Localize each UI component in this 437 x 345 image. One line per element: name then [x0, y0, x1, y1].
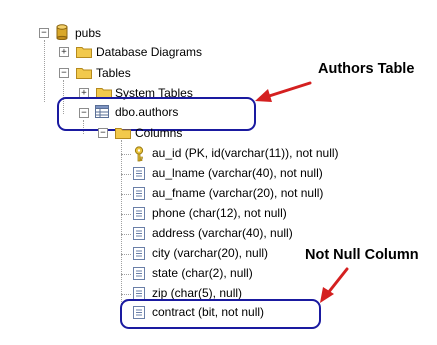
tree-line: [121, 294, 131, 295]
column-icon: [133, 187, 145, 200]
folder-icon: [115, 126, 131, 139]
tree-line: [121, 140, 122, 314]
collapse-toggle[interactable]: −: [79, 108, 89, 118]
folder-icon: [76, 66, 92, 79]
column-icon: [133, 306, 145, 319]
tree-line: [121, 214, 131, 215]
tree-line: [121, 154, 131, 155]
column-icon: [133, 227, 145, 240]
column-label[interactable]: au_fname (varchar(20), not null): [152, 186, 323, 200]
tree-line: [121, 174, 131, 175]
red-arrow-icon: [317, 266, 351, 306]
database-diagrams-label[interactable]: Database Diagrams: [96, 45, 202, 59]
column-icon: [133, 247, 145, 260]
red-arrow-icon: [252, 80, 314, 106]
column-icon: [133, 167, 145, 180]
collapse-toggle[interactable]: −: [98, 128, 108, 138]
columns-folder-label[interactable]: Columns: [135, 126, 182, 140]
tree-line: [121, 194, 131, 195]
column-label[interactable]: city (varchar(20), null): [152, 246, 268, 260]
database-icon: [56, 24, 68, 40]
column-label[interactable]: contract (bit, not null): [152, 305, 264, 319]
column-label[interactable]: zip (char(5), null): [152, 286, 242, 300]
column-label[interactable]: phone (char(12), not null): [152, 206, 287, 220]
tree-line: [121, 234, 131, 235]
expand-toggle[interactable]: +: [59, 47, 69, 57]
column-icon: [133, 207, 145, 220]
column-label[interactable]: au_lname (varchar(40), not null): [152, 166, 323, 180]
column-label[interactable]: address (varchar(40), null): [152, 226, 293, 240]
tree-line: [121, 274, 131, 275]
not-null-column-callout: Not Null Column: [305, 247, 419, 263]
collapse-toggle[interactable]: −: [59, 68, 69, 78]
database-label[interactable]: pubs: [75, 26, 101, 40]
tree-line: [121, 254, 131, 255]
tables-label[interactable]: Tables: [96, 66, 131, 80]
primary-key-icon: [133, 146, 145, 162]
folder-icon: [76, 45, 92, 58]
column-label[interactable]: au_id (PK, id(varchar(11)), not null): [152, 146, 339, 160]
column-label[interactable]: state (char(2), null): [152, 266, 253, 280]
collapse-toggle[interactable]: −: [39, 28, 49, 38]
tree-line: [44, 40, 45, 102]
dbo-authors-label[interactable]: dbo.authors: [115, 105, 178, 119]
authors-table-callout: Authors Table: [318, 61, 415, 77]
column-icon: [133, 267, 145, 280]
table-icon: [95, 105, 109, 118]
